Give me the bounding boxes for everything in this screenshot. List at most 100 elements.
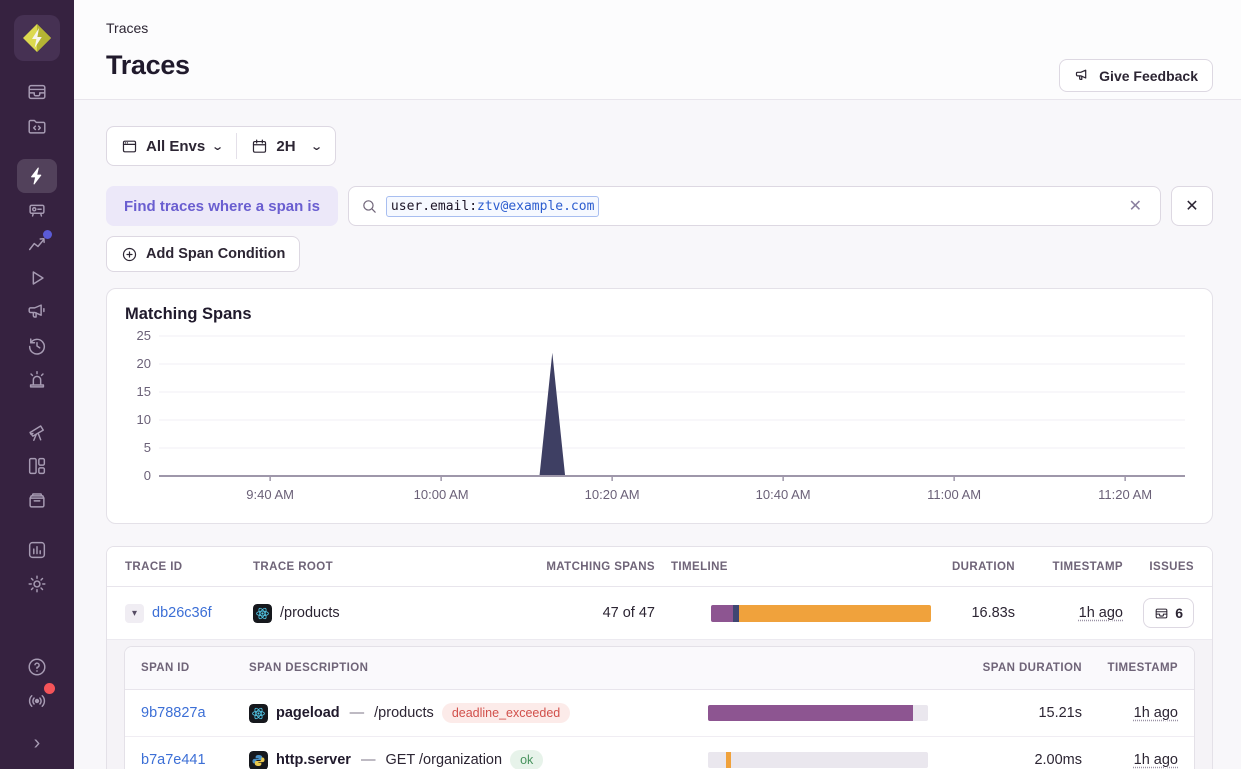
give-feedback-button[interactable]: Give Feedback	[1059, 59, 1213, 92]
sidebar-collapse-toggle[interactable]: ›	[34, 732, 41, 755]
sidebar-item-alerts[interactable]	[17, 363, 57, 397]
sidebar-item-stats[interactable]	[17, 533, 57, 567]
megaphone-icon	[26, 301, 48, 323]
telescope-icon	[26, 421, 48, 443]
time-range-filter[interactable]: 2H ⌄	[237, 127, 334, 165]
search-filter-token[interactable]: user.email:ztv@example.com	[386, 196, 600, 217]
page-title: Traces	[106, 50, 1213, 81]
timeline-segment	[708, 705, 913, 721]
col-trace-id: Trace ID	[125, 561, 253, 573]
span-status-badge: deadline_exceeded	[442, 703, 570, 723]
col-issues: Issues	[1149, 561, 1194, 573]
gear-icon	[26, 573, 48, 595]
svg-text:11:00 AM: 11:00 AM	[927, 487, 981, 502]
search-icon	[361, 198, 378, 215]
traces-table-header: Trace ID Trace Root Matching Spans Timel…	[107, 547, 1212, 587]
trace-issues-button[interactable]: 6	[1143, 598, 1194, 628]
traces-table: Trace ID Trace Root Matching Spans Timel…	[106, 546, 1213, 769]
sidebar-item-dashboards[interactable]	[17, 449, 57, 483]
drawer-icon	[26, 489, 48, 511]
megaphone-icon	[1074, 67, 1091, 84]
span-status-badge: ok	[510, 750, 543, 769]
span-search-input[interactable]: user.email:ztv@example.com ✕	[348, 186, 1161, 226]
page-header: Traces Traces Give Feedback	[74, 0, 1241, 100]
span-row: b7a7e441 http.server — GET /organization…	[125, 737, 1194, 769]
span-timestamp[interactable]: 1h ago	[1134, 752, 1178, 768]
sidebar-item-explore[interactable]	[17, 109, 57, 143]
span-description: /products	[374, 705, 434, 721]
span-op: http.server	[276, 752, 351, 768]
timeline-segment	[711, 605, 733, 622]
span-id-link[interactable]: b7a7e441	[141, 752, 249, 768]
play-icon	[26, 267, 48, 289]
svg-text:10:40 AM: 10:40 AM	[756, 487, 811, 502]
breadcrumb[interactable]: Traces	[106, 20, 1213, 36]
sidebar-item-feedback[interactable]	[17, 295, 57, 329]
react-icon	[249, 704, 268, 723]
app-logo[interactable]	[14, 15, 60, 61]
add-span-condition-button[interactable]: Add Span Condition	[106, 236, 300, 272]
environment-filter-label: All Envs	[146, 138, 205, 155]
timeline-segment	[739, 605, 931, 622]
main-content: Traces Traces Give Feedback All Envs ⌄ 2…	[74, 0, 1241, 769]
sidebar-item-whats-new[interactable]	[17, 684, 57, 718]
expanded-trace-section: Span ID Span Description Span Duration T…	[107, 639, 1212, 769]
issues-icon	[26, 81, 48, 103]
logo-diamond-icon	[20, 21, 54, 55]
trace-row: ▾ db26c36f /products 47 of 47 16.83s 1h …	[107, 587, 1212, 639]
chevron-down-icon: ⌄	[310, 140, 323, 153]
remove-condition-button[interactable]: ✕	[1171, 186, 1213, 226]
col-span-id: Span ID	[141, 662, 249, 674]
sidebar-item-help[interactable]	[17, 650, 57, 684]
help-icon	[26, 656, 48, 678]
svg-text:10: 10	[137, 412, 151, 427]
span-id-link[interactable]: 9b78827a	[141, 705, 249, 721]
span-description: GET /organization	[385, 752, 502, 768]
collapse-row-button[interactable]: ▾	[125, 604, 144, 623]
svg-text:5: 5	[144, 440, 151, 455]
col-span-timestamp: Timestamp	[1108, 662, 1178, 674]
stats-bars-icon	[26, 539, 48, 561]
trace-timestamp[interactable]: 1h ago	[1079, 605, 1123, 621]
sidebar-item-issues[interactable]	[17, 75, 57, 109]
sidebar-item-discover[interactable]	[17, 415, 57, 449]
sidebar-item-projects[interactable]	[17, 193, 57, 227]
sidebar-item-settings[interactable]	[17, 567, 57, 601]
explore-icon	[26, 115, 48, 137]
col-matching-spans: Matching Spans	[546, 561, 655, 573]
chevron-down-icon: ⌄	[211, 140, 224, 153]
trace-duration: 16.83s	[971, 605, 1015, 621]
span-duration: 15.21s	[1038, 705, 1082, 721]
trace-timeline-bar	[711, 605, 931, 622]
span-table-header: Span ID Span Description Span Duration T…	[125, 647, 1194, 690]
sidebar-item-releases[interactable]	[17, 329, 57, 363]
python-icon	[249, 751, 268, 769]
col-span-duration: Span Duration	[983, 662, 1082, 674]
sidebar-item-archive[interactable]	[17, 483, 57, 517]
sidebar-item-traces[interactable]	[17, 159, 57, 193]
col-timeline: Timeline	[655, 561, 915, 573]
sidebar-item-insights[interactable]	[17, 227, 57, 261]
span-timeline-bar	[708, 705, 928, 721]
timeline-segment	[726, 752, 731, 768]
chart-canvas: 05101520259:40 AM10:00 AM10:20 AM10:40 A…	[125, 324, 1194, 510]
span-op: pageload	[276, 705, 340, 721]
insights-notification-dot	[43, 230, 52, 239]
matching-spans-chart: 05101520259:40 AM10:00 AM10:20 AM10:40 A…	[125, 324, 1194, 515]
add-span-condition-label: Add Span Condition	[146, 246, 285, 262]
svg-text:20: 20	[137, 356, 151, 371]
clear-search-button[interactable]: ✕	[1123, 194, 1148, 218]
environment-filter[interactable]: All Envs ⌄	[107, 127, 236, 165]
span-table: Span ID Span Description Span Duration T…	[124, 646, 1195, 769]
span-timestamp[interactable]: 1h ago	[1134, 705, 1178, 721]
span-duration: 2.00ms	[1034, 752, 1082, 768]
trace-root-label[interactable]: /products	[280, 605, 340, 621]
sidebar-item-replays[interactable]	[17, 261, 57, 295]
react-icon	[253, 604, 272, 623]
trace-id-link[interactable]: db26c36f	[152, 605, 212, 621]
col-timestamp: Timestamp	[1053, 561, 1123, 573]
token-key: user.email:	[391, 199, 477, 214]
span-condition-label: Find traces where a span is	[106, 186, 338, 226]
window-icon	[121, 138, 138, 155]
span-condition-row: Find traces where a span is user.email:z…	[106, 186, 1213, 226]
